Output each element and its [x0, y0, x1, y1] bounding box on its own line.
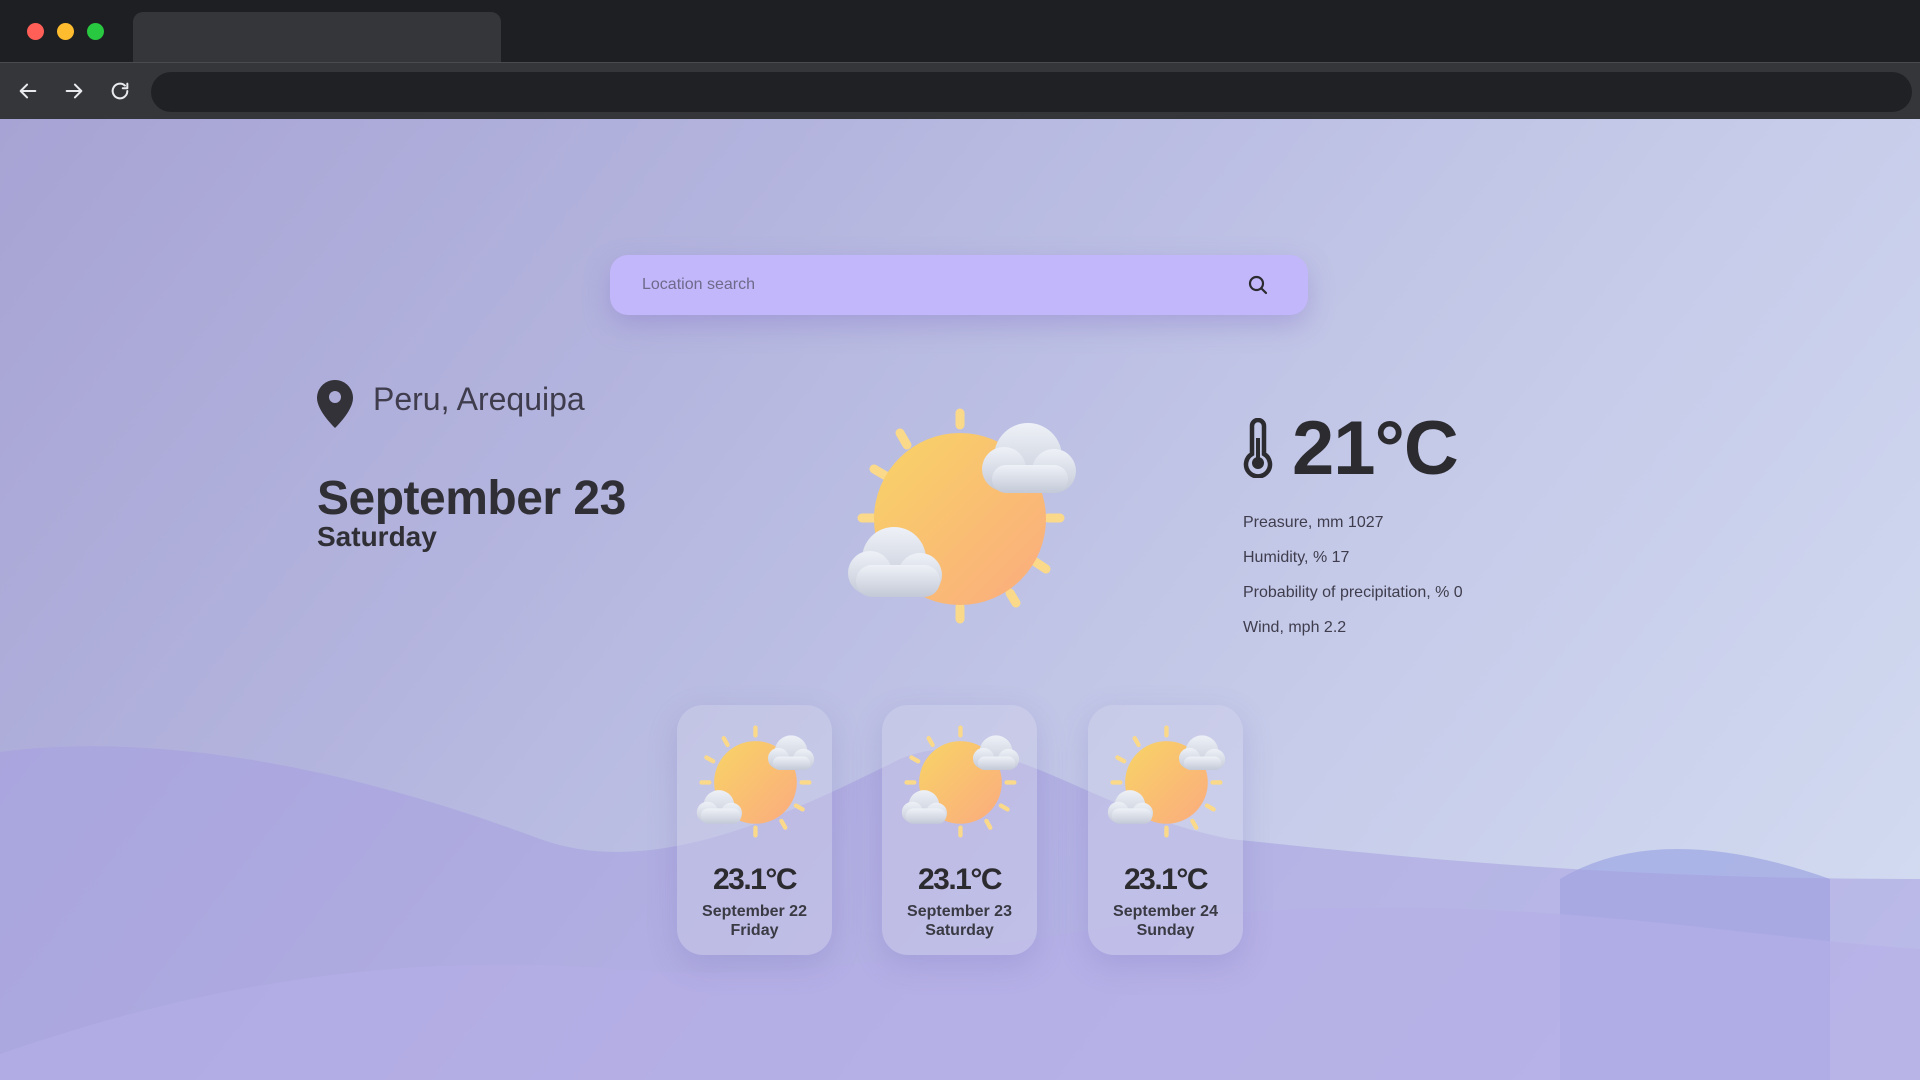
current-date: September 23	[317, 472, 626, 525]
sun-with-clouds-icon	[848, 408, 1076, 624]
forecast-weekday: Saturday	[925, 922, 994, 939]
close-window-button[interactable]	[27, 23, 44, 40]
pressure-detail: Preasure, mm 1027	[1243, 514, 1384, 531]
back-button[interactable]	[12, 75, 44, 107]
minimize-window-button[interactable]	[57, 23, 74, 40]
precipitation-detail: Probability of precipitation, % 0	[1243, 584, 1463, 601]
forecast-date: September 24	[1113, 903, 1218, 920]
browser-tab[interactable]	[133, 12, 501, 62]
browser-titlebar	[0, 0, 1920, 62]
thermometer-icon	[1243, 418, 1273, 478]
humidity-detail: Humidity, % 17	[1243, 549, 1350, 566]
forecast-date: September 23	[907, 903, 1012, 920]
current-temperature: 21°C	[1292, 406, 1459, 491]
forecast-temperature: 23.1°C	[917, 863, 1003, 896]
location-name: Peru, Arequipa	[373, 381, 585, 417]
forecast-weekday: Sunday	[1136, 922, 1195, 939]
browser-toolbar	[0, 62, 1920, 119]
forecast-card[interactable]: 23.1°C September 23 Saturday	[882, 705, 1037, 955]
location-search-input[interactable]	[642, 255, 1222, 315]
reload-icon	[111, 82, 129, 100]
forecast-temperature: 23.1°C	[712, 863, 798, 896]
address-bar[interactable]	[151, 72, 1912, 112]
forecast-weekday: Friday	[730, 922, 779, 939]
forecast-card[interactable]: 23.1°C September 24 Sunday	[1088, 705, 1243, 955]
arrow-right-icon	[65, 83, 83, 99]
current-weekday: Saturday	[317, 521, 437, 552]
sun-with-clouds-icon	[692, 719, 817, 844]
forecast-temperature: 23.1°C	[1123, 863, 1209, 896]
forecast-date: September 22	[702, 903, 807, 920]
location-search-bar	[610, 255, 1308, 315]
maximize-window-button[interactable]	[87, 23, 104, 40]
reload-button[interactable]	[104, 75, 136, 107]
search-icon[interactable]	[1246, 273, 1270, 297]
wind-detail: Wind, mph 2.2	[1243, 619, 1347, 636]
map-pin-icon	[317, 380, 353, 428]
weather-page: Peru, Arequipa September 23 Saturday	[0, 119, 1920, 1080]
sun-with-clouds-icon	[1103, 719, 1228, 844]
forecast-card[interactable]: 23.1°C September 22 Friday	[677, 705, 832, 955]
sun-with-clouds-icon	[897, 719, 1022, 844]
arrow-left-icon	[19, 83, 37, 99]
forward-button[interactable]	[58, 75, 90, 107]
